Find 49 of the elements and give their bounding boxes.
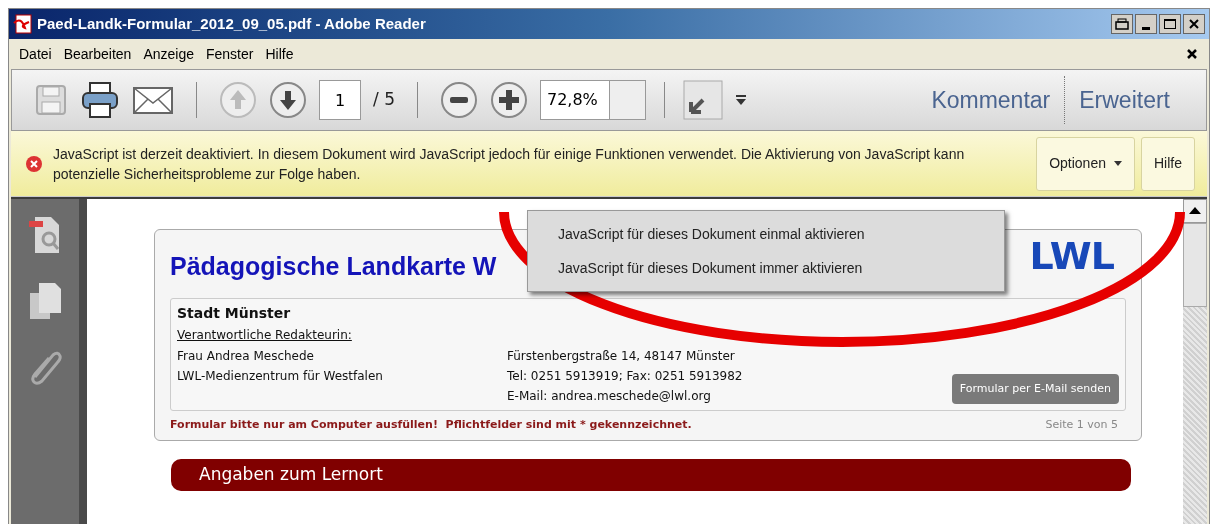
- minimize-button[interactable]: [1135, 14, 1157, 34]
- print-mode-icon[interactable]: [1111, 14, 1133, 34]
- menu-item[interactable]: Anzeige: [137, 43, 200, 65]
- contact-line: E-Mail: andrea.meschede@lwl.org: [507, 388, 712, 405]
- scroll-up-icon[interactable]: [1183, 199, 1207, 223]
- page-indicator: Seite 1 von 5: [1045, 417, 1118, 433]
- maximize-button[interactable]: [1159, 14, 1181, 34]
- close-button[interactable]: [1183, 14, 1205, 34]
- window-title: Paed-Landk-Formular_2012_09_05.pdf - Adobe Reader: [37, 13, 426, 34]
- menu-option[interactable]: JavaScript für dieses Dokument immer aktivieren: [528, 251, 1004, 285]
- contact-line: Fürstenbergstraße 14, 48147 Münster: [507, 348, 736, 365]
- options-button[interactable]: Optionen: [1036, 136, 1135, 191]
- zoom-in-icon[interactable]: [489, 81, 528, 119]
- close-icon: [1188, 18, 1200, 30]
- form-title: Pädagogische Landkarte W: [170, 251, 497, 282]
- zoom-field[interactable]: 72,8%: [539, 80, 646, 120]
- pdf-file-icon: [13, 14, 33, 34]
- zoom-out-icon[interactable]: [439, 81, 478, 119]
- print-icon[interactable]: [80, 80, 120, 120]
- pane-tab[interactable]: Erweitert: [1065, 82, 1184, 118]
- email-send-button[interactable]: Formular per E-Mail senden: [951, 374, 1119, 404]
- contact-line: LWL-Medienzentrum für Westfalen: [177, 368, 384, 385]
- menu-option[interactable]: JavaScript für dieses Dokument einmal aktivieren: [528, 217, 1004, 251]
- menu-item[interactable]: Bearbeiten: [57, 43, 138, 65]
- page-number-field[interactable]: 1: [319, 80, 361, 120]
- menu-item[interactable]: Fenster: [200, 43, 260, 65]
- page-total: / 5: [373, 88, 395, 112]
- help-button[interactable]: Hilfe: [1141, 136, 1195, 191]
- message-text: JavaScript ist derzeit deaktiviert. In diesem Dokument wird JavaScript jedoch für einige Funktionen verwendet. Die Aktivierung von JavaScript kann potenzielle Sicherheitsprobleme zur Folge haben.: [53, 144, 966, 184]
- scroll-thumb[interactable]: [1183, 223, 1207, 307]
- city-heading: Stadt Münster: [177, 304, 292, 323]
- error-icon: [25, 154, 43, 173]
- contact-line: Tel: 0251 5913919; Fax: 0251 5913982: [507, 368, 743, 385]
- close-icon[interactable]: [1187, 49, 1197, 59]
- form-notice: Formular bitte nur am Computer ausfüllen! Pflichtfelder sind mit * gekennzeichnet.: [170, 417, 692, 433]
- menu-item[interactable]: Datei: [13, 43, 58, 65]
- logo: LWL: [1029, 236, 1114, 276]
- overflow-caret-icon[interactable]: [734, 94, 747, 106]
- contact-line: Frau Andrea Meschede: [177, 348, 315, 365]
- pane-tab[interactable]: Kommentar: [917, 82, 1065, 118]
- section-title: Angaben zum Lernort: [199, 462, 383, 486]
- next-page-icon[interactable]: [269, 81, 307, 119]
- editor-label: Verantwortliche Redakteurin:: [177, 327, 353, 344]
- pages-icon[interactable]: [27, 281, 63, 321]
- menu-item[interactable]: Hilfe: [259, 43, 300, 65]
- expand-icon[interactable]: [682, 80, 723, 120]
- caret-icon: [1114, 161, 1122, 166]
- envelope-icon[interactable]: [132, 85, 174, 115]
- scrollbar[interactable]: [1183, 199, 1207, 524]
